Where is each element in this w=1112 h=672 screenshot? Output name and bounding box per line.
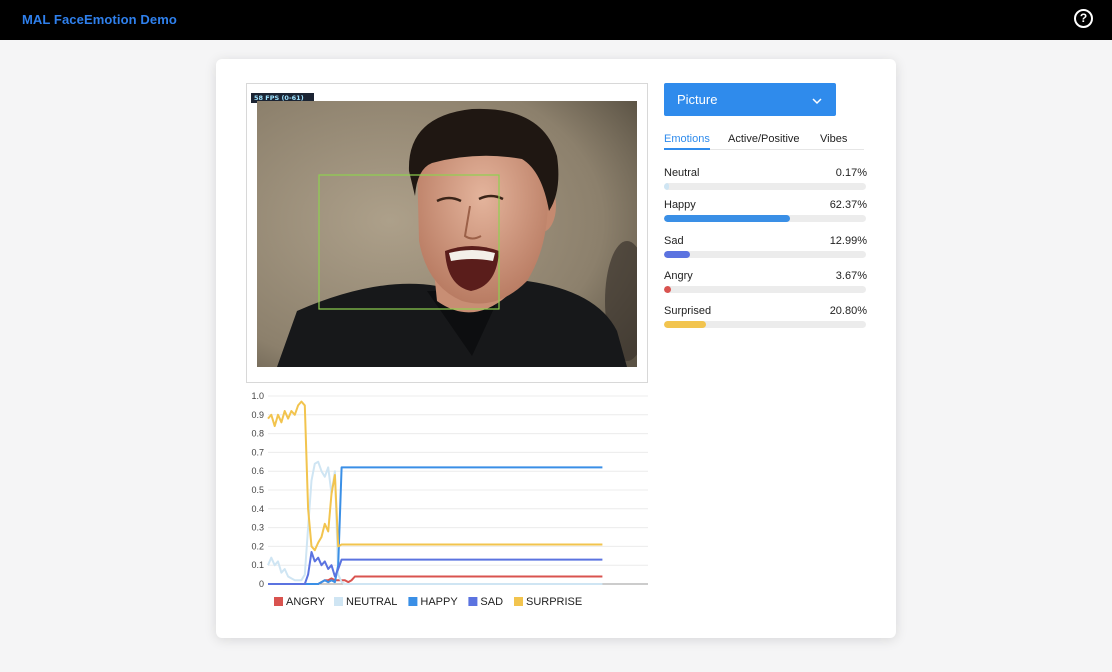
emotion-row-surprised: Surprised 20.80% <box>664 305 867 335</box>
y-tick-label: 0.9 <box>251 410 264 420</box>
emotion-bar-fill <box>664 321 707 328</box>
app-title[interactable]: MAL FaceEmotion Demo <box>22 12 177 27</box>
emotion-value: 20.80% <box>829 305 867 317</box>
legend-label-happy: HAPPY <box>420 596 458 608</box>
y-tick-label: 0.2 <box>251 541 264 551</box>
chevron-down-icon <box>812 93 822 111</box>
emotion-bar-fill <box>664 183 670 190</box>
legend-swatch-neutral <box>334 597 343 606</box>
legend-swatch-sad <box>468 597 478 606</box>
y-tick-label: 0.6 <box>251 466 264 476</box>
series-line-happy <box>268 466 603 585</box>
video-frame: 58 FPS (0-61) <box>246 83 648 383</box>
series-line-sad <box>268 551 603 585</box>
emotion-row-happy: Happy 62.37% <box>664 199 867 229</box>
y-tick-label: 0.7 <box>251 447 264 457</box>
y-tick-label: 0.1 <box>251 560 264 570</box>
emotion-bar-fill <box>664 286 672 293</box>
emotion-row-neutral: Neutral 0.17% <box>664 167 867 197</box>
emotion-row-sad: Sad 12.99% <box>664 235 867 265</box>
emotion-label: Sad <box>664 235 684 247</box>
legend-swatch-surprise <box>514 597 523 606</box>
emotion-label: Happy <box>664 199 696 211</box>
emotion-value: 3.67% <box>835 270 867 282</box>
emotion-bar-fill <box>664 215 790 222</box>
camera-feed-image <box>257 101 637 367</box>
tab-emotions[interactable]: Emotions <box>664 133 710 150</box>
emotion-bar <box>664 251 866 258</box>
main-card: 58 FPS (0-61) 0 0.1 0.2 0.3 0.4 0.5 0.6 … <box>216 59 896 638</box>
y-tick-label: 1.0 <box>251 391 264 401</box>
source-select-value: Picture <box>677 92 718 107</box>
tab-active-positive[interactable]: Active/Positive <box>728 133 800 148</box>
emotion-value: 62.37% <box>829 199 867 211</box>
legend-label-sad: SAD <box>480 596 503 608</box>
y-tick-label: 0.5 <box>251 485 264 495</box>
emotion-label: Angry <box>664 270 693 282</box>
face-photo <box>257 101 637 367</box>
source-select[interactable]: Picture <box>664 83 836 116</box>
legend-swatch-angry <box>274 597 283 606</box>
emotion-bar-fill <box>664 251 691 258</box>
emotion-bar <box>664 183 866 190</box>
emotion-bar <box>664 215 866 222</box>
legend-label-neutral: NEUTRAL <box>346 596 397 608</box>
emotion-label: Surprised <box>664 305 712 317</box>
emotion-bar <box>664 321 866 328</box>
emotion-label: Neutral <box>664 167 700 179</box>
top-bar: MAL FaceEmotion Demo ? <box>0 0 1112 40</box>
emotion-row-angry: Angry 3.67% <box>664 270 867 300</box>
emotion-value: 12.99% <box>829 235 867 247</box>
question-circle-icon[interactable]: ? <box>1074 9 1093 28</box>
tab-vibes[interactable]: Vibes <box>820 133 847 148</box>
emotion-value: 0.17% <box>835 167 867 179</box>
legend-label-angry: ANGRY <box>286 596 326 608</box>
emotion-bar <box>664 286 866 293</box>
y-tick-label: 0.8 <box>251 429 264 439</box>
emotion-history-chart: 0 0.1 0.2 0.3 0.4 0.5 0.6 0.7 0.8 0.9 1.0 ANGRY NEUT… <box>251 391 648 608</box>
legend-swatch-happy <box>408 597 418 606</box>
y-tick-label: 0.4 <box>251 504 264 514</box>
y-tick-label: 0.3 <box>251 523 264 533</box>
legend-label-surprise: SURPRISE <box>526 596 582 608</box>
tab-bar: Emotions Active/Positive Vibes <box>664 133 864 150</box>
y-tick-label: 0 <box>259 579 264 589</box>
